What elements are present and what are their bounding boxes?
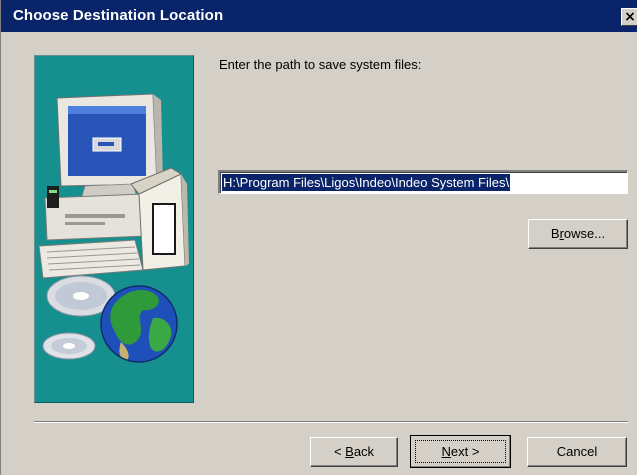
next-button[interactable]: Next > <box>410 435 511 468</box>
cancel-label: Cancel <box>556 444 598 459</box>
back-label-mnemonic: B <box>345 444 354 459</box>
globe-icon <box>100 285 178 363</box>
path-prompt: Enter the path to save system files: <box>219 57 422 72</box>
back-button[interactable]: < Back <box>310 437 398 467</box>
destination-path-input[interactable]: H:\Program Files\Ligos\Indeo\Indeo Syste… <box>218 170 628 194</box>
focus-rectangle <box>415 440 506 463</box>
setup-illustration <box>34 55 194 403</box>
button-separator <box>34 421 628 423</box>
close-icon: × <box>624 9 636 25</box>
setup-illustration-art <box>38 93 189 363</box>
browse-label-post: owse... <box>563 226 606 241</box>
title-bar[interactable]: Choose Destination Location × <box>1 0 637 32</box>
browse-button[interactable]: Browse... <box>528 219 628 249</box>
destination-dialog: Choose Destination Location × Enter the … <box>0 0 637 475</box>
back-label-post: ack <box>353 444 375 459</box>
browse-label-pre: B <box>550 226 560 241</box>
cancel-button[interactable]: Cancel <box>527 437 627 467</box>
close-button[interactable]: × <box>621 8 637 26</box>
back-label-pre: < <box>333 444 346 459</box>
destination-path-value: H:\Program Files\Ligos\Indeo\Indeo Syste… <box>222 174 511 191</box>
window-title: Choose Destination Location <box>13 7 224 24</box>
